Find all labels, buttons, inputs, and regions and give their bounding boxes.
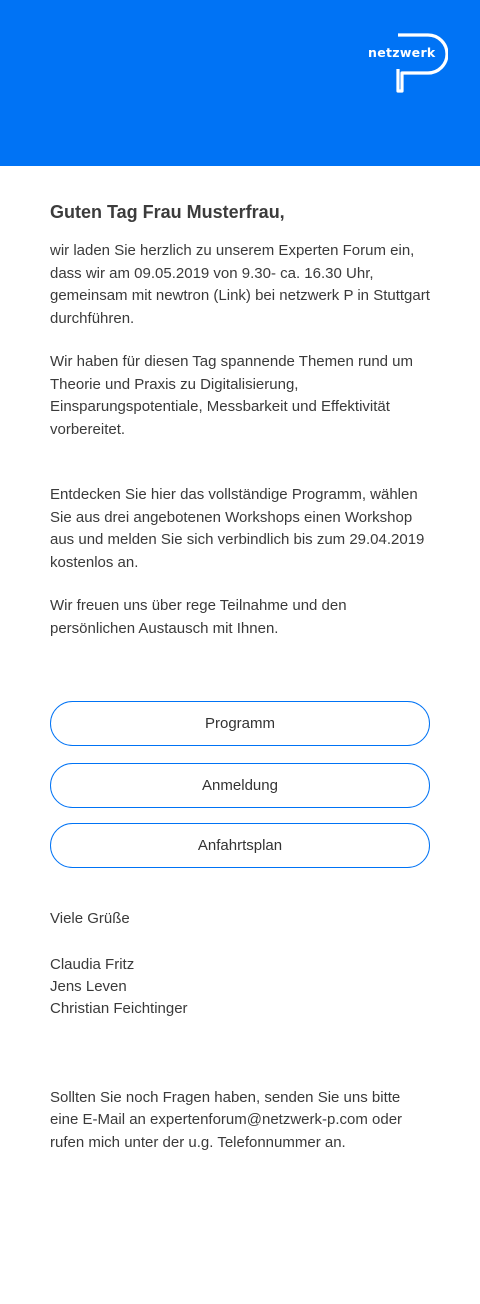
- closing-paragraph: Wir freuen uns über rege Teilnahme und d…: [50, 597, 347, 637]
- netzwerk-p-logo[interactable]: netzwerk: [368, 33, 448, 93]
- email-header: netzwerk: [0, 0, 480, 166]
- signatory-name: Christian Feichtinger: [50, 999, 188, 1017]
- topics-paragraph: Wir haben für diesen Tag spannende Theme…: [50, 353, 414, 438]
- program-paragraph: Entdecken Sie hier das vollständige Prog…: [50, 486, 425, 571]
- signatory-name: Jens Leven: [50, 977, 127, 995]
- closing-salutation: Viele Grüße: [50, 910, 130, 927]
- registration-button[interactable]: Anmeldung: [50, 763, 430, 808]
- email-body: Guten Tag Frau Musterfrau, wir laden Sie…: [0, 200, 480, 1154]
- logo-wordmark: netzwerk: [368, 45, 436, 60]
- greeting-heading: Guten Tag Frau Musterfrau,: [50, 202, 285, 222]
- signatory-name: Claudia Fritz: [50, 955, 135, 973]
- invitation-paragraph: wir laden Sie herzlich zu unserem Expert…: [50, 242, 430, 327]
- program-button[interactable]: Programm: [50, 701, 430, 746]
- p-logo-icon: [396, 33, 448, 93]
- signatories-list: Claudia Fritz Jens Leven Christian Feich…: [50, 954, 430, 1020]
- action-buttons: Programm Anmeldung Anfahrtsplan: [50, 701, 430, 868]
- directions-button[interactable]: Anfahrtsplan: [50, 823, 430, 868]
- contact-footer: Sollten Sie noch Fragen haben, senden Si…: [50, 1088, 403, 1151]
